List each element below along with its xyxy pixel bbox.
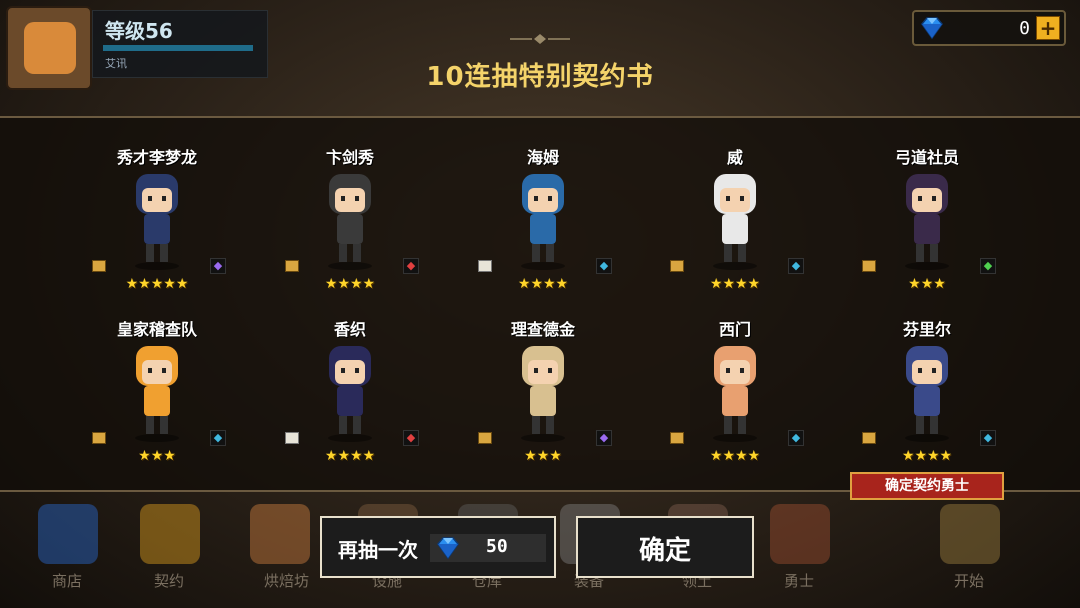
scroll-icon — [478, 432, 492, 444]
scroll-icon — [670, 432, 684, 444]
hero-name: 皇家稽查队 — [116, 320, 197, 339]
hero-card[interactable]: 弓道社员 ◆ ★★★ — [852, 112, 1002, 292]
hero-sprite-icon — [713, 174, 757, 270]
hero-sprite-icon — [905, 346, 949, 442]
page-title: 10连抽特别契约书 — [426, 62, 654, 92]
hero-card[interactable]: 威 ◆ ★★★★ — [660, 112, 810, 292]
nav-label: 商店 — [52, 572, 83, 590]
draw-again-label: 再抽一次 — [338, 538, 418, 562]
hero-name: 海姆 — [526, 148, 559, 167]
confirm-label: 确定 — [638, 536, 691, 566]
nav-icon[interactable] — [140, 504, 200, 564]
title-ornament-icon — [510, 34, 570, 44]
shield-icon: ◆ — [596, 258, 612, 274]
hero-stars: ★★★★ — [709, 448, 761, 464]
staff-icon: ◆ — [210, 258, 226, 274]
hero-name: 西门 — [718, 320, 751, 339]
hero-card[interactable]: 皇家稽查队 ◆ ★★★ — [82, 284, 232, 464]
scroll-icon — [670, 260, 684, 272]
hero-stars: ★★★★ — [324, 448, 376, 464]
hero-sprite-icon — [905, 174, 949, 270]
nav-label: 契约 — [154, 572, 185, 590]
hero-sprite-icon — [521, 346, 565, 442]
hero-name: 理查德金 — [510, 320, 575, 339]
nav-label: 烘焙坊 — [264, 572, 310, 590]
hero-name: 弓道社员 — [894, 148, 959, 167]
draw-again-button[interactable]: 再抽一次 50 — [320, 516, 556, 578]
scroll-icon — [92, 260, 106, 272]
exp-bar — [103, 45, 253, 51]
hero-stars: ★★★ — [524, 448, 562, 464]
sword-icon: ◆ — [403, 258, 419, 274]
hero-name: 卞剑秀 — [325, 148, 374, 167]
hero-sprite-icon — [328, 346, 372, 442]
draw-cost-value: 50 — [486, 536, 508, 557]
hero-name: 威 — [726, 148, 743, 167]
shield-icon: ◆ — [980, 430, 996, 446]
nav-label: 开始 — [954, 572, 985, 590]
scroll-icon — [285, 432, 299, 444]
nav-icon[interactable] — [38, 504, 98, 564]
shield-icon: ◆ — [210, 430, 226, 446]
hero-name: 秀才李梦龙 — [116, 148, 197, 167]
gem-count: 0 — [1019, 18, 1030, 39]
diamond-icon — [921, 17, 943, 40]
scroll-icon — [92, 432, 106, 444]
hero-card[interactable]: 卞剑秀 ◆ ★★★★ — [275, 112, 425, 292]
scroll-icon — [862, 260, 876, 272]
nav-icon[interactable] — [770, 504, 830, 564]
hero-sprite-icon — [713, 346, 757, 442]
sword-icon: ◆ — [403, 430, 419, 446]
scroll-icon — [862, 432, 876, 444]
shield-icon: ◆ — [788, 258, 804, 274]
hero-sprite-icon — [328, 174, 372, 270]
staff-icon: ◆ — [596, 430, 612, 446]
bow-icon: ◆ — [980, 258, 996, 274]
add-gems-button[interactable]: + — [1036, 16, 1060, 40]
hero-name: 芬里尔 — [902, 320, 951, 339]
hero-card[interactable]: 芬里尔 ◆ ★★★★ — [852, 284, 1002, 464]
nav-icon[interactable] — [250, 504, 310, 564]
scroll-icon — [285, 260, 299, 272]
confirm-button[interactable]: 确定 — [576, 516, 754, 578]
hero-name: 香织 — [333, 320, 366, 339]
hero-stars: ★★★★ — [901, 448, 953, 464]
hero-card[interactable]: 理查德金 ◆ ★★★ — [468, 284, 618, 464]
nav-icon[interactable] — [940, 504, 1000, 564]
level-label: 等级56 — [105, 19, 173, 43]
diamond-icon — [437, 537, 459, 560]
confirm-heroes-badge: 确定契约勇士 — [850, 472, 1004, 500]
nav-label: 勇士 — [784, 572, 815, 590]
hero-sprite-icon — [135, 346, 179, 442]
shield-icon: ◆ — [788, 430, 804, 446]
gem-counter: 0 + — [912, 10, 1066, 46]
hero-sprite-icon — [135, 174, 179, 270]
hero-stars: ★★★ — [138, 448, 176, 464]
hero-sprite-icon — [521, 174, 565, 270]
scroll-icon — [478, 260, 492, 272]
hero-card[interactable]: 秀才李梦龙 ◆ ★★★★★ — [82, 112, 232, 292]
hero-card[interactable]: 香织 ◆ ★★★★ — [275, 284, 425, 464]
hero-card[interactable]: 西门 ◆ ★★★★ — [660, 284, 810, 464]
hero-card[interactable]: 海姆 ◆ ★★★★ — [468, 112, 618, 292]
draw-cost: 50 — [430, 534, 546, 562]
